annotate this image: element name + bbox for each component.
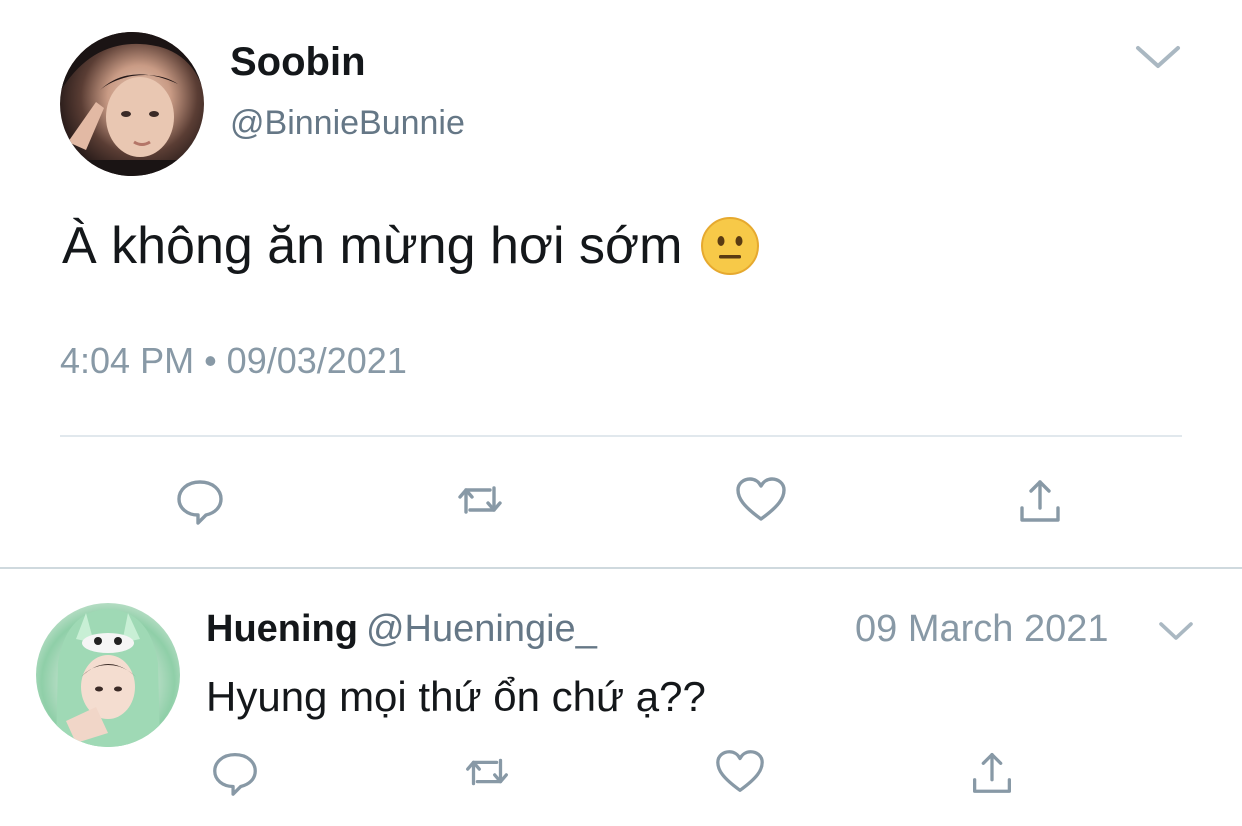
- reply-author: Huening @Hueningie_: [206, 608, 597, 651]
- tweet-text: À không ăn mừng hơi sớm: [62, 216, 760, 276]
- reply-author-display-name[interactable]: Huening: [206, 608, 358, 650]
- divider: [60, 435, 1182, 437]
- section-divider: [0, 567, 1242, 569]
- like-icon[interactable]: [713, 745, 767, 799]
- author-avatar[interactable]: [60, 32, 204, 176]
- retweet-icon[interactable]: [460, 745, 514, 799]
- reply-date[interactable]: 09 March 2021: [855, 608, 1109, 651]
- reply-author-avatar[interactable]: [36, 603, 180, 747]
- tweet-timestamp[interactable]: 4:04 PM • 09/03/2021: [60, 340, 407, 382]
- reply-icon[interactable]: [172, 472, 228, 528]
- share-icon[interactable]: [1012, 472, 1068, 528]
- reply-icon[interactable]: [208, 745, 262, 799]
- chevron-down-icon[interactable]: [1132, 36, 1184, 76]
- reply-text: Hyung mọi thứ ổn chứ ạ??: [206, 673, 706, 720]
- neutral-face-emoji-icon: [701, 217, 760, 275]
- chevron-down-icon[interactable]: [1156, 616, 1196, 646]
- share-icon[interactable]: [965, 745, 1019, 799]
- reply-author-handle[interactable]: @Hueningie_: [366, 608, 597, 650]
- retweet-icon[interactable]: [452, 472, 508, 528]
- avatar-photo: [60, 32, 204, 176]
- avatar-photo: [56, 609, 160, 747]
- author-display-name[interactable]: Soobin: [230, 40, 366, 85]
- author-handle[interactable]: @BinnieBunnie: [230, 104, 465, 143]
- tweet-text-content: À không ăn mừng hơi sớm: [62, 217, 683, 275]
- like-icon[interactable]: [733, 472, 789, 528]
